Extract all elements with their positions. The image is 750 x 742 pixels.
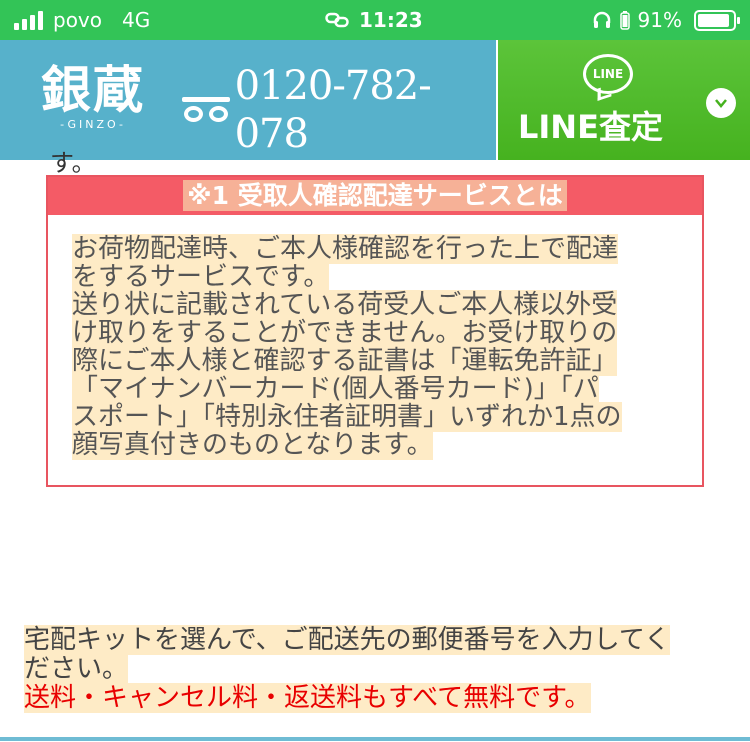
battery-percentage: 91% xyxy=(637,8,682,32)
notice-line: お荷物配達時、ご本人様確認を行った上で配達 xyxy=(72,234,619,264)
carrier-name: povo xyxy=(53,8,103,32)
cut-off-text: す。 xyxy=(50,149,96,177)
notice-line: 「マイナンバーカード(個人番号カード)」「パ xyxy=(72,374,599,404)
status-bar-left: povo 4G xyxy=(14,8,150,32)
notice-line: をするサービスです。 xyxy=(72,262,330,292)
instruction-line: 宅配キットを選んで、ご配送先の郵便番号を入力してく xyxy=(24,625,671,655)
logo-text: 銀蔵 xyxy=(41,60,145,119)
notice-line: け取りをすることができません。お受け取りの xyxy=(72,318,618,348)
instructions-text: 宅配キットを選んで、ご配送先の郵便番号を入力してく ださい。 送料・キャンセル料… xyxy=(24,625,724,713)
status-bar-right: 91% xyxy=(592,8,740,32)
notice-line: 際にご本人様と確認する証書は「運転免許証」 xyxy=(72,346,618,376)
chevron-down-icon xyxy=(706,88,736,118)
line-assessment-button[interactable]: LINE LINE査定 xyxy=(498,40,750,160)
notice-header: ※1 受取人確認配達サービスとは xyxy=(48,177,702,215)
ginzo-logo[interactable]: 銀蔵 -GINZO- xyxy=(18,60,168,140)
phone-number: 0120-782-078 xyxy=(234,63,432,157)
battery-icon xyxy=(694,9,740,31)
freedial-icon xyxy=(182,97,230,123)
signal-icon xyxy=(14,10,43,30)
header-brand-area: 銀蔵 -GINZO- 0120-782-078 受付時間 10:00〜19:00 xyxy=(0,40,496,182)
clock: 11:23 xyxy=(359,8,423,32)
section-divider xyxy=(0,737,750,741)
battery-fill xyxy=(698,13,729,27)
line-assessment-label: LINE査定 xyxy=(518,108,663,146)
notice-line: 顔写真付きのものとなります。 xyxy=(72,430,433,460)
notice-line: 送り状に記載されている荷受人ご本人様以外受 xyxy=(72,290,618,320)
instruction-line: ださい。 xyxy=(24,654,129,684)
free-shipping-note: 送料・キャンセル料・返送料もすべて無料です。 xyxy=(24,683,591,713)
status-bar: povo 4G 11:23 91% xyxy=(0,0,750,40)
phone-link[interactable]: 0120-782-078 受付時間 10:00〜19:00 xyxy=(182,62,496,183)
notice-body: お荷物配達時、ご本人様確認を行った上で配達 をするサービスです。 送り状に記載さ… xyxy=(72,234,682,460)
line-icon: LINE xyxy=(583,54,633,94)
link-icon xyxy=(325,12,349,28)
network-type: 4G xyxy=(122,8,151,32)
site-header: 銀蔵 -GINZO- 0120-782-078 受付時間 10:00〜19:00… xyxy=(0,40,750,182)
notice-box: ※1 受取人確認配達サービスとは お荷物配達時、ご本人様確認を行った上で配達 を… xyxy=(46,175,704,487)
notice-title: ※1 受取人確認配達サービスとは xyxy=(183,180,567,211)
notice-line: スポート」「特別永住者証明書」いずれか1点の xyxy=(72,402,622,432)
status-bar-center: 11:23 xyxy=(325,8,423,32)
headphones-icon xyxy=(593,11,610,28)
phone-row: 0120-782-078 xyxy=(182,62,496,158)
battery-small-icon xyxy=(619,11,630,30)
